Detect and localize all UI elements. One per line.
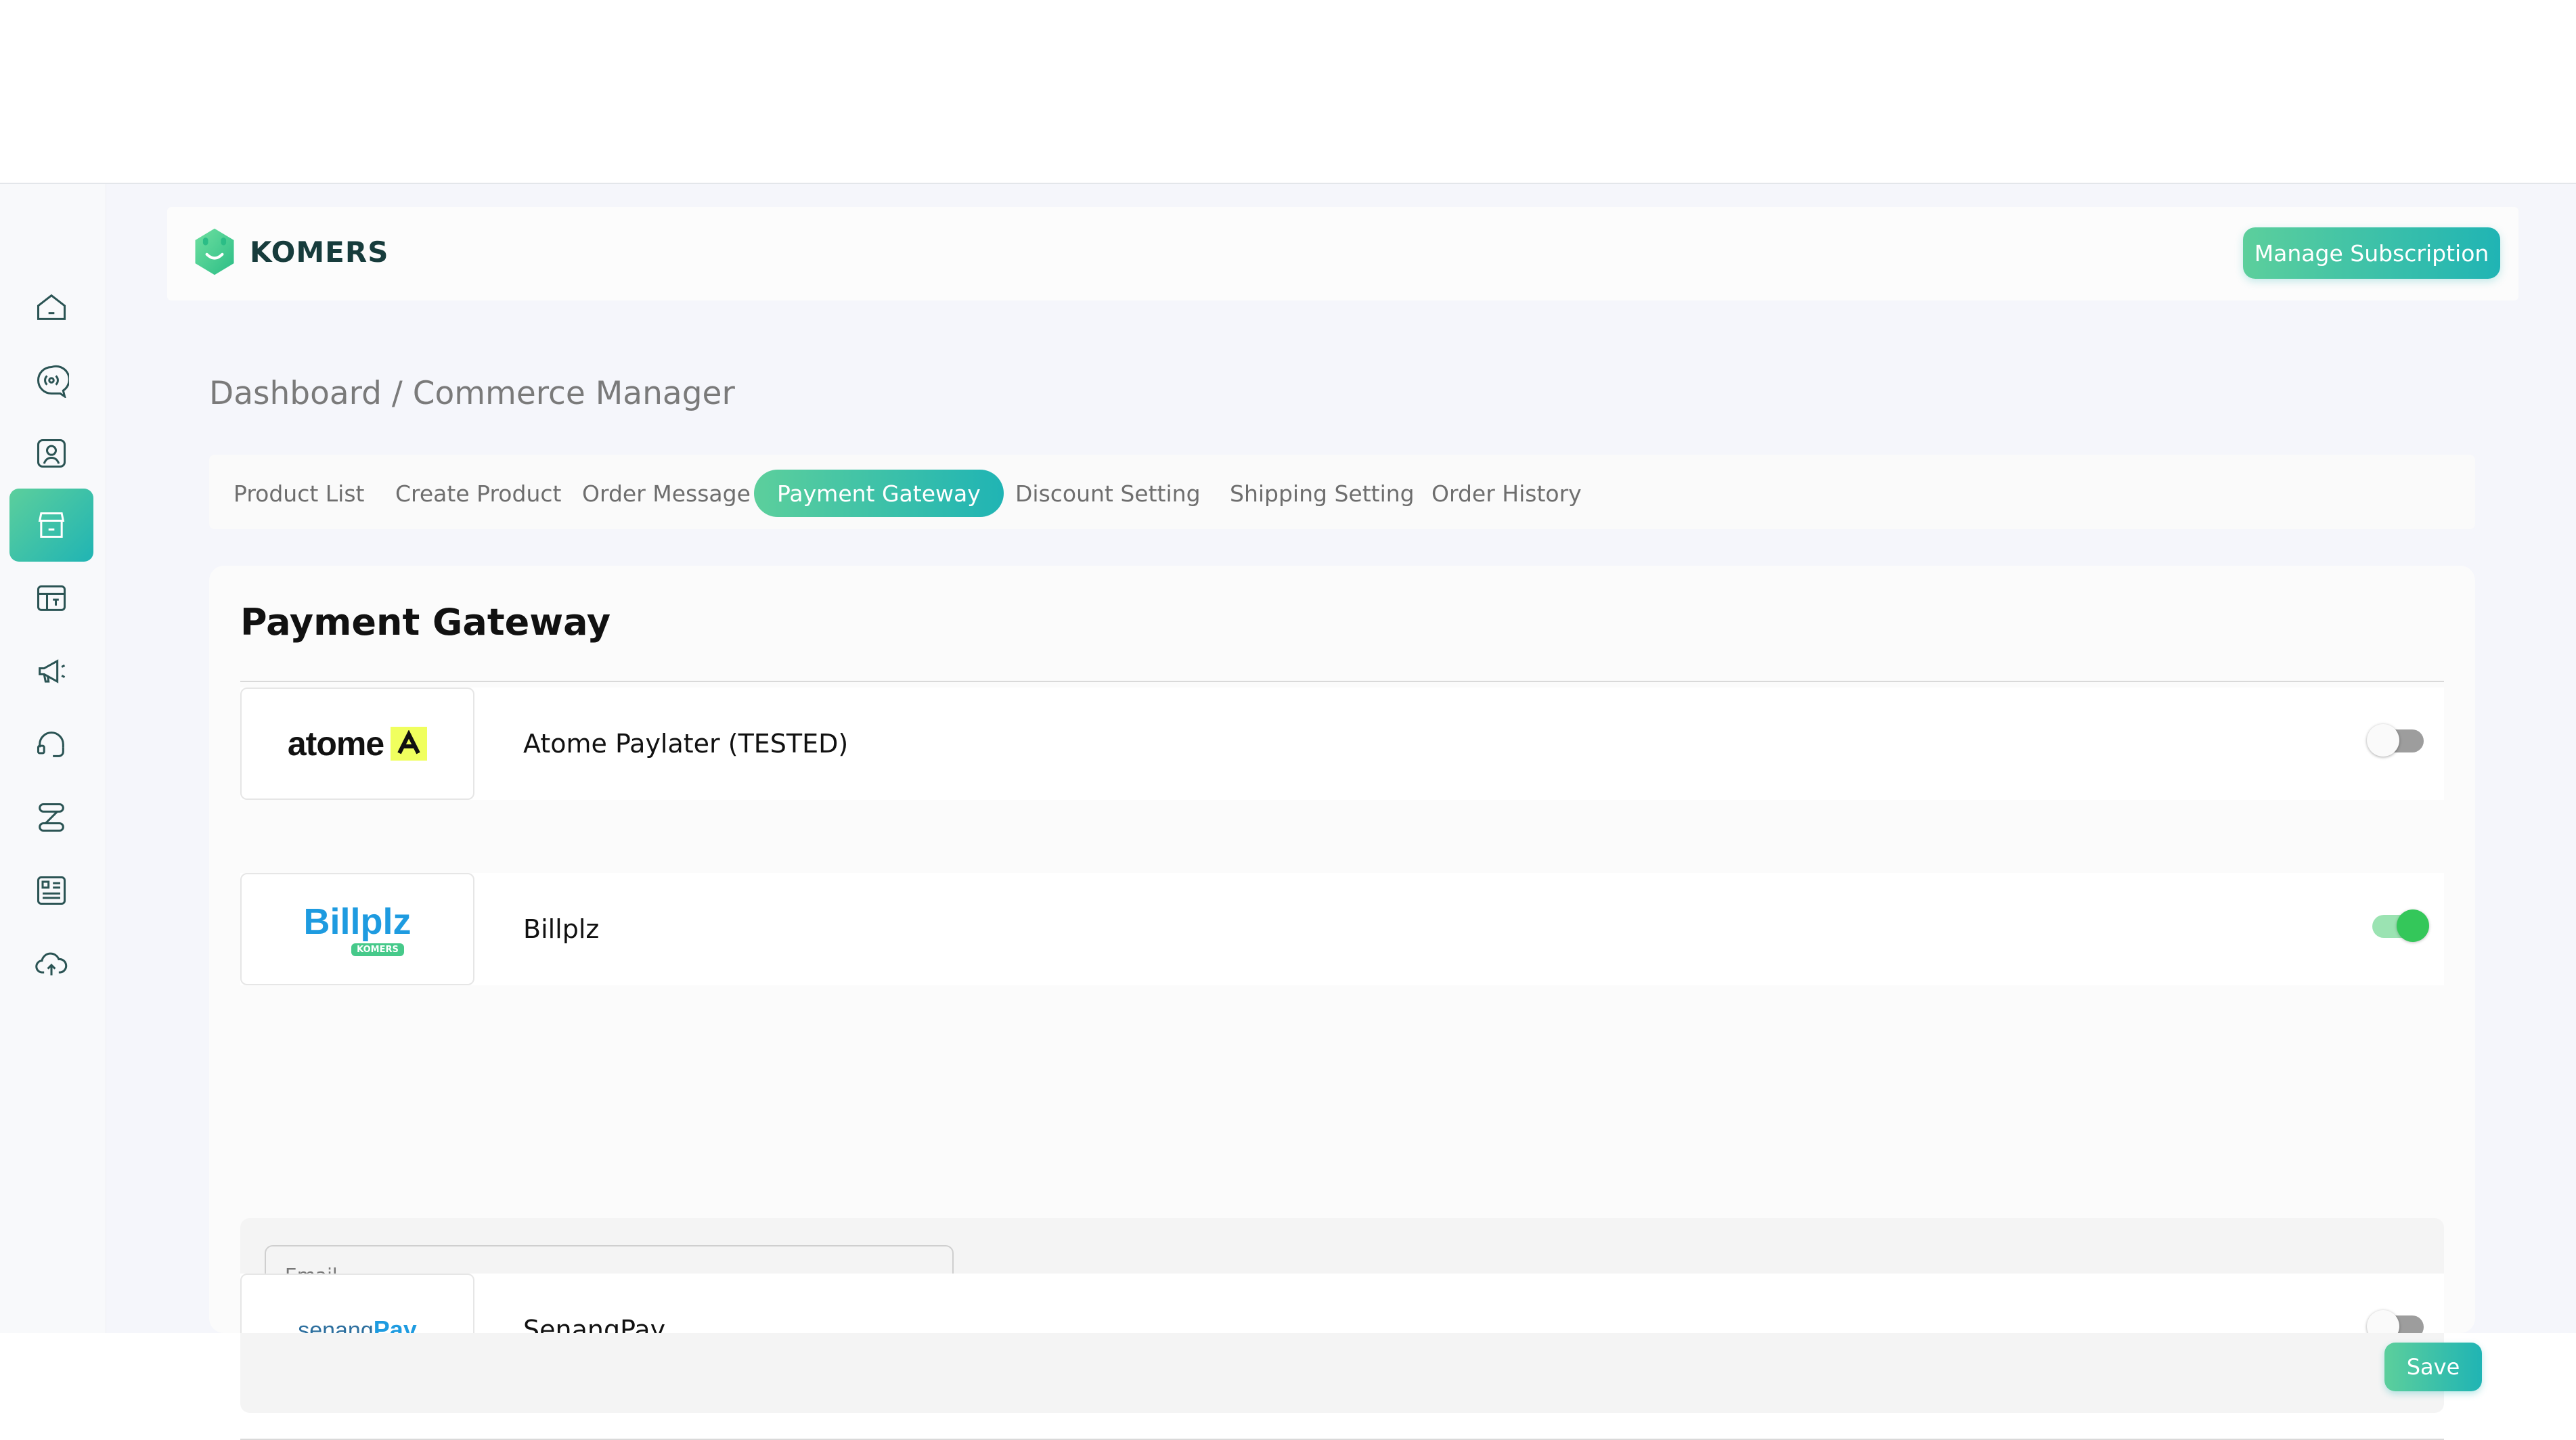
top-bar — [0, 0, 2576, 184]
toggle-knob — [2367, 724, 2399, 757]
gateway-row-atome: atome Atome Paylater (TESTED) — [240, 688, 2444, 800]
atome-mark-icon — [391, 727, 428, 761]
sidebar-item-flows[interactable] — [9, 781, 93, 854]
sidebar-item-cloud[interactable] — [9, 927, 93, 1000]
save-button[interactable]: Save — [2384, 1343, 2482, 1391]
komers-badge: KOMERS — [351, 943, 404, 956]
headset-icon — [37, 732, 64, 757]
gateway-row-billplz: Billplz KOMERS Billplz — [240, 873, 2444, 985]
sidebar-item-home[interactable] — [9, 271, 93, 344]
gateway-name: Atome Paylater (TESTED) — [523, 729, 849, 759]
brand-name: KOMERS — [250, 235, 389, 269]
toggle-knob — [2367, 1310, 2399, 1333]
flow-icon — [39, 803, 64, 832]
gateway-name: Billplz — [523, 914, 600, 944]
template-icon — [37, 585, 66, 611]
divider — [240, 681, 2444, 682]
sidebar-item-commerce[interactable] — [9, 489, 93, 562]
gateway-row-senangpay: senang Pay SenangPay — [240, 1274, 2444, 1333]
billplz-logo-text: Billplz — [303, 901, 412, 942]
komers-logo-icon — [195, 228, 234, 275]
home-icon — [37, 294, 66, 320]
tab-payment-gateway[interactable]: Payment Gateway — [754, 470, 1004, 517]
atome-enable-toggle[interactable] — [2367, 724, 2424, 757]
contact-icon — [37, 438, 66, 468]
senangpay-logo-text: senang — [298, 1318, 374, 1333]
senangpay-enable-toggle[interactable] — [2367, 1310, 2424, 1333]
sidebar — [0, 184, 106, 1333]
brand-logo[interactable]: KOMERS — [189, 226, 388, 277]
tab-create-product[interactable]: Create Product — [372, 470, 584, 517]
sidebar-item-support[interactable] — [9, 708, 93, 781]
page-title: Payment Gateway — [240, 601, 611, 644]
sidebar-item-campaigns[interactable] — [9, 635, 93, 708]
billplz-logo: Billplz KOMERS — [240, 873, 474, 985]
senangpay-logo-pay: Pay — [373, 1315, 417, 1333]
gateway-name: SenangPay — [523, 1315, 666, 1333]
tab-shipping-setting[interactable]: Shipping Setting — [1207, 470, 1438, 517]
gateway-row-senangpay-clip: senang Pay SenangPay — [240, 1274, 2444, 1333]
report-icon — [37, 876, 66, 905]
senangpay-logo: senang Pay — [240, 1274, 474, 1333]
breadcrumb: Dashboard / Commerce Manager — [209, 375, 735, 412]
sidebar-item-templates[interactable] — [9, 562, 93, 635]
tab-bar: Product List Create Product Order Messag… — [209, 455, 2475, 529]
atome-logo-text: atome — [287, 725, 384, 763]
payment-gateway-card: Payment Gateway atome Atome Paylater (TE… — [209, 566, 2482, 1440]
manage-subscription-button[interactable]: Manage Subscription — [2243, 227, 2500, 279]
header-card — [167, 207, 2518, 300]
sidebar-item-broadcast[interactable] — [9, 344, 93, 417]
cloud-upload-icon — [35, 952, 68, 976]
billplz-enable-toggle[interactable] — [2372, 909, 2429, 942]
toggle-knob — [2397, 909, 2429, 942]
main-area: KOMERS Manage Subscription Dashboard / C… — [106, 184, 2576, 1440]
tab-product-list[interactable]: Product List — [210, 470, 387, 517]
tab-order-message[interactable]: Order Message — [559, 470, 774, 517]
broadcast-icon — [37, 365, 69, 398]
sidebar-item-reports[interactable] — [9, 854, 93, 927]
tab-order-history[interactable]: Order History — [1408, 470, 1605, 517]
atome-logo: atome — [240, 688, 474, 800]
tab-discount-setting[interactable]: Discount Setting — [992, 470, 1224, 517]
store-icon — [38, 512, 65, 538]
megaphone-icon — [39, 659, 66, 683]
sidebar-item-contacts[interactable] — [9, 417, 93, 490]
